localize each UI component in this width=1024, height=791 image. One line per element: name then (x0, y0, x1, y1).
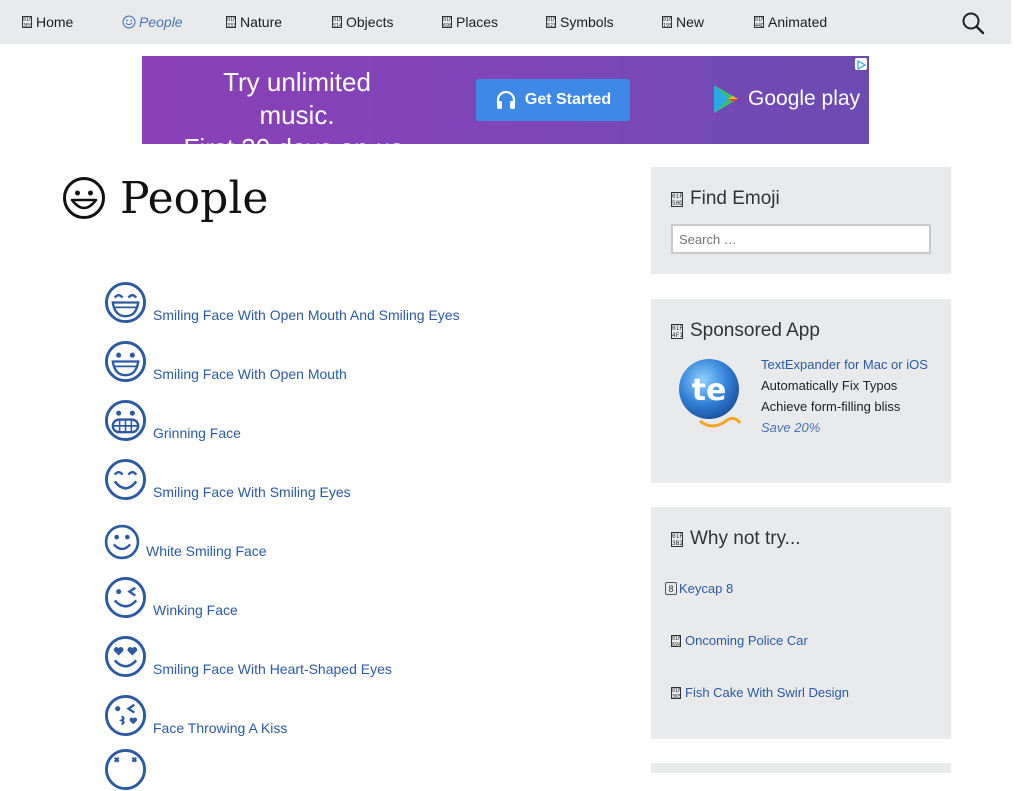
nav-animated[interactable]: 01F 44D Animated (754, 0, 827, 44)
ad-button-label: Get Started (524, 91, 612, 108)
nav-objects-label: Objects (346, 13, 394, 30)
emoji-label[interactable]: Winking Face (153, 601, 238, 619)
nav-objects[interactable]: 01F 514 Objects (332, 0, 393, 44)
page-title-text: People (120, 172, 269, 224)
smiling-open-mouth-icon (104, 340, 147, 383)
find-emoji-widget: 01F 50D Find Emoji (651, 167, 951, 274)
dice-glyph-icon: 01F 3B2 (671, 531, 683, 547)
try-link-keycap-8[interactable]: 8 Keycap 8 (665, 581, 733, 596)
app-tagline-1: Automatically Fix Typos (761, 378, 898, 393)
ad-line-1: Try unlimited music. (223, 67, 371, 130)
emoji-label[interactable]: Smiling Face With Open Mouth (153, 365, 347, 383)
ad-banner[interactable]: Try unlimited music. First 30 days on us… (142, 56, 869, 163)
nav-home-label: Home (36, 13, 74, 30)
emoji-label[interactable]: White Smiling Face (146, 542, 267, 560)
sponsored-app-widget: 01F 4F1 Sponsored App te TextExpander for… (651, 299, 951, 483)
find-emoji-title-text: Find Emoji (690, 188, 780, 209)
textexpander-link[interactable]: TextExpander for Mac or iOS (761, 357, 928, 372)
why-not-try-widget: 01F 3B2 Why not try... 8 Keycap 8 01F 694 … (651, 507, 951, 739)
kiss-face-icon (104, 694, 147, 737)
new-glyph-icon: 01F 195 (662, 16, 672, 28)
nav-home[interactable]: 01F 3E0 Home (22, 0, 73, 44)
list-item[interactable]: Smiling Face With Heart-Shaped Eyes (104, 630, 392, 678)
logo-letters: te (692, 373, 727, 408)
why-not-try-title-text: Why not try... (690, 528, 801, 549)
try-link-police-car[interactable]: 01F 694 Oncoming Police Car (671, 633, 808, 648)
ad-get-started-button[interactable]: Get Started (476, 79, 630, 121)
nature-glyph-icon: 01F 333 (226, 16, 236, 28)
list-item[interactable]: White Smiling Face (104, 512, 267, 560)
try-link-fish-cake[interactable]: 01F 365 Fish Cake With Swirl Design (671, 685, 849, 700)
emoji-label[interactable]: Smiling Face With Smiling Eyes (153, 483, 351, 501)
list-item[interactable]: Grinning Face (104, 394, 241, 442)
list-item[interactable]: Smiling Face With Smiling Eyes (104, 453, 351, 501)
list-item[interactable]: Smiling Face With Open Mouth (104, 335, 347, 383)
emoji-label[interactable]: Grinning Face (153, 424, 241, 442)
keycap-icon: 8 (665, 582, 677, 595)
app-tagline-2: Achieve form-filling bliss (761, 399, 901, 414)
google-play-logo: Google play (712, 84, 860, 114)
next-widget (651, 763, 951, 773)
find-emoji-title: 01F 50D Find Emoji (671, 188, 780, 210)
nav-nature-label: Nature (240, 13, 283, 30)
sponsored-app-title: 01F 4F1 Sponsored App (671, 320, 820, 342)
nav-new[interactable]: 01F 195 New (662, 0, 704, 44)
grinning-smiley-icon (63, 177, 105, 219)
app-glyph-icon: 01F 4F1 (671, 323, 683, 339)
ad-store-label: Google play (748, 87, 861, 110)
nav-symbols[interactable]: 01F 523 Symbols (546, 0, 614, 44)
symbols-glyph-icon: 01F 523 (546, 16, 556, 28)
save-offer-link[interactable]: Save 20% (761, 420, 820, 435)
try-link-label: Fish Cake With Swirl Design (685, 685, 849, 700)
list-item[interactable]: Face Throwing A Kiss (104, 689, 287, 737)
headphones-icon (496, 90, 515, 109)
search-input[interactable] (671, 224, 931, 254)
ad-choices-icon[interactable] (855, 58, 867, 71)
top-nav: 01F 3E0 Home People 01F 333 Nature 01F 514 … (0, 0, 1011, 44)
why-not-try-title: 01F 3B2 Why not try... (671, 528, 801, 550)
white-smiling-face-icon (104, 524, 140, 560)
ad-line-2: First 30 days on us. (183, 133, 411, 163)
emoji-label[interactable]: Smiling Face With Open Mouth And Smiling… (153, 306, 460, 324)
nav-people[interactable]: People (122, 0, 183, 44)
page-title: People (62, 168, 268, 228)
objects-glyph-icon: 01F 514 (332, 16, 342, 28)
nav-nature[interactable]: 01F 333 Nature (226, 0, 282, 44)
grinning-face-icon (104, 399, 147, 442)
nav-places[interactable]: 01F 698 Places (442, 0, 498, 44)
smiley-icon (122, 15, 136, 29)
animated-glyph-icon: 01F 44D (754, 16, 764, 28)
search-icon[interactable] (961, 11, 985, 35)
nav-places-label: Places (456, 13, 499, 30)
home-glyph-icon: 01F 3E0 (22, 16, 32, 28)
winking-face-icon (104, 576, 147, 619)
police-car-glyph-icon: 01F 694 (671, 634, 681, 647)
list-item[interactable]: Smiling Face With Open Mouth And Smiling… (104, 276, 460, 324)
partial-emoji-icon (104, 748, 147, 791)
try-link-label: Keycap 8 (679, 581, 734, 596)
smiling-open-mouth-smiling-eyes-icon (104, 281, 147, 324)
places-glyph-icon: 01F 698 (442, 16, 452, 28)
nav-people-label: People (139, 13, 183, 30)
nav-new-label: New (676, 13, 705, 30)
list-item[interactable]: Winking Face (104, 571, 238, 619)
try-link-label: Oncoming Police Car (685, 633, 808, 648)
nav-animated-label: Animated (768, 13, 828, 30)
fish-cake-glyph-icon: 01F 365 (671, 686, 681, 699)
nav-symbols-label: Symbols (560, 13, 614, 30)
heart-eyes-icon (104, 635, 147, 678)
emoji-label[interactable]: Face Throwing A Kiss (153, 719, 287, 737)
magnifier-glyph-icon: 01F 50D (671, 191, 683, 207)
ad-headline: Try unlimited music. First 30 days on us… (182, 66, 412, 165)
smiling-smiling-eyes-icon (104, 458, 147, 501)
textexpander-logo-icon[interactable]: te (678, 353, 744, 433)
emoji-label[interactable]: Smiling Face With Heart-Shaped Eyes (153, 660, 392, 678)
sponsored-app-title-text: Sponsored App (690, 320, 820, 341)
play-triangle-icon (714, 85, 738, 113)
